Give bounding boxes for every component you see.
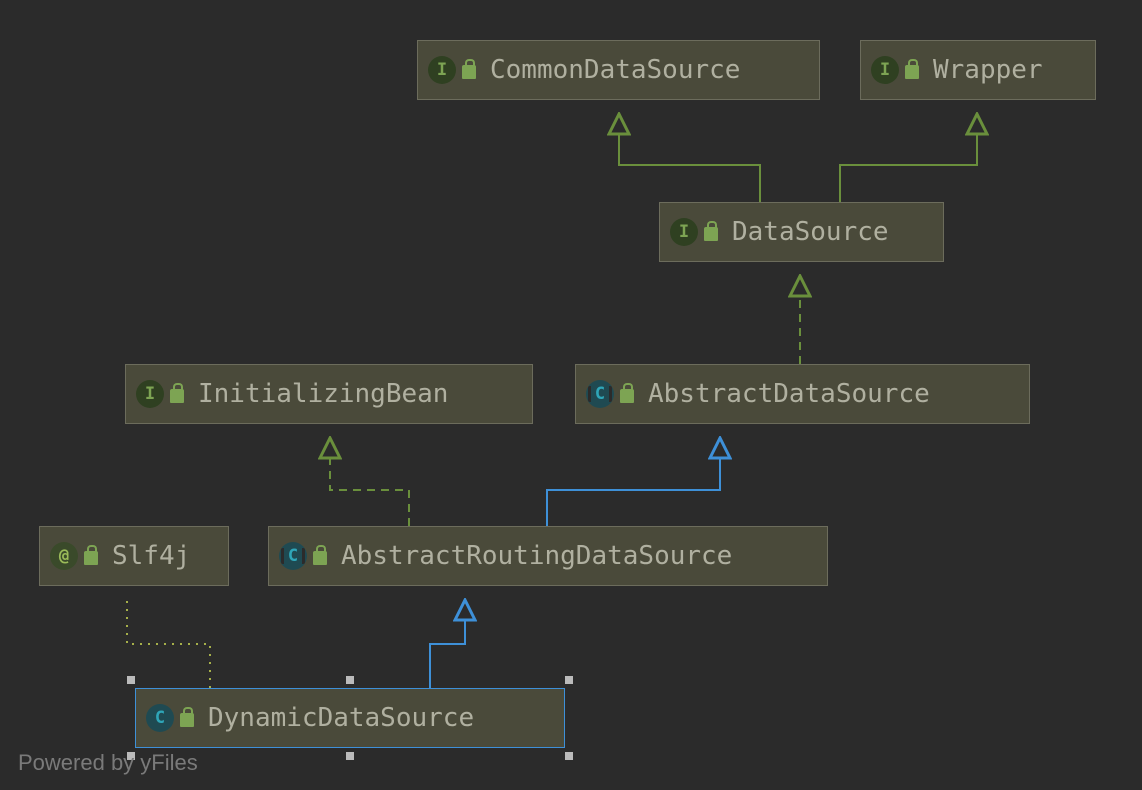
lock-icon — [84, 551, 98, 565]
lock-icon — [170, 389, 184, 403]
edge-datasource-wrapper — [840, 114, 977, 202]
node-commondatasource[interactable]: I CommonDataSource — [417, 40, 820, 100]
edge-ards-initializingbean — [330, 438, 409, 526]
node-label: AbstractRoutingDataSource — [341, 541, 732, 571]
diagram-canvas: I CommonDataSource I Wrapper I DataSourc… — [0, 0, 1142, 790]
watermark: Powered by yFiles — [18, 750, 198, 776]
interface-icon: I — [871, 56, 899, 84]
node-label: InitializingBean — [198, 379, 448, 409]
node-dynamicdatasource[interactable]: C DynamicDataSource — [135, 688, 565, 748]
selection-handle[interactable] — [565, 752, 573, 760]
edge-ards-ads — [547, 438, 720, 526]
node-abstractdatasource[interactable]: C AbstractDataSource — [575, 364, 1030, 424]
node-label: DataSource — [732, 217, 889, 247]
interface-icon: I — [136, 380, 164, 408]
lock-icon — [620, 389, 634, 403]
selection-handle[interactable] — [127, 676, 135, 684]
node-label: Slf4j — [112, 541, 190, 571]
node-label: DynamicDataSource — [208, 703, 474, 733]
lock-icon — [313, 551, 327, 565]
node-initializingbean[interactable]: I InitializingBean — [125, 364, 533, 424]
node-datasource[interactable]: I DataSource — [659, 202, 944, 262]
node-label: AbstractDataSource — [648, 379, 930, 409]
node-wrapper[interactable]: I Wrapper — [860, 40, 1096, 100]
edge-datasource-commondatasource — [619, 114, 760, 202]
node-label: CommonDataSource — [490, 55, 740, 85]
lock-icon — [180, 713, 194, 727]
selection-handle[interactable] — [346, 676, 354, 684]
interface-icon: I — [670, 218, 698, 246]
selection-handle[interactable] — [346, 752, 354, 760]
class-icon: C — [146, 704, 174, 732]
node-abstractroutingdatasource[interactable]: C AbstractRoutingDataSource — [268, 526, 828, 586]
interface-icon: I — [428, 56, 456, 84]
edge-dds-slf4j — [127, 600, 210, 688]
abstract-class-icon: C — [586, 380, 614, 408]
edge-dds-ards — [430, 600, 465, 688]
lock-icon — [462, 65, 476, 79]
node-slf4j[interactable]: @ Slf4j — [39, 526, 229, 586]
selection-handle[interactable] — [565, 676, 573, 684]
abstract-class-icon: C — [279, 542, 307, 570]
lock-icon — [905, 65, 919, 79]
node-label: Wrapper — [933, 55, 1043, 85]
annotation-icon: @ — [50, 542, 78, 570]
lock-icon — [704, 227, 718, 241]
